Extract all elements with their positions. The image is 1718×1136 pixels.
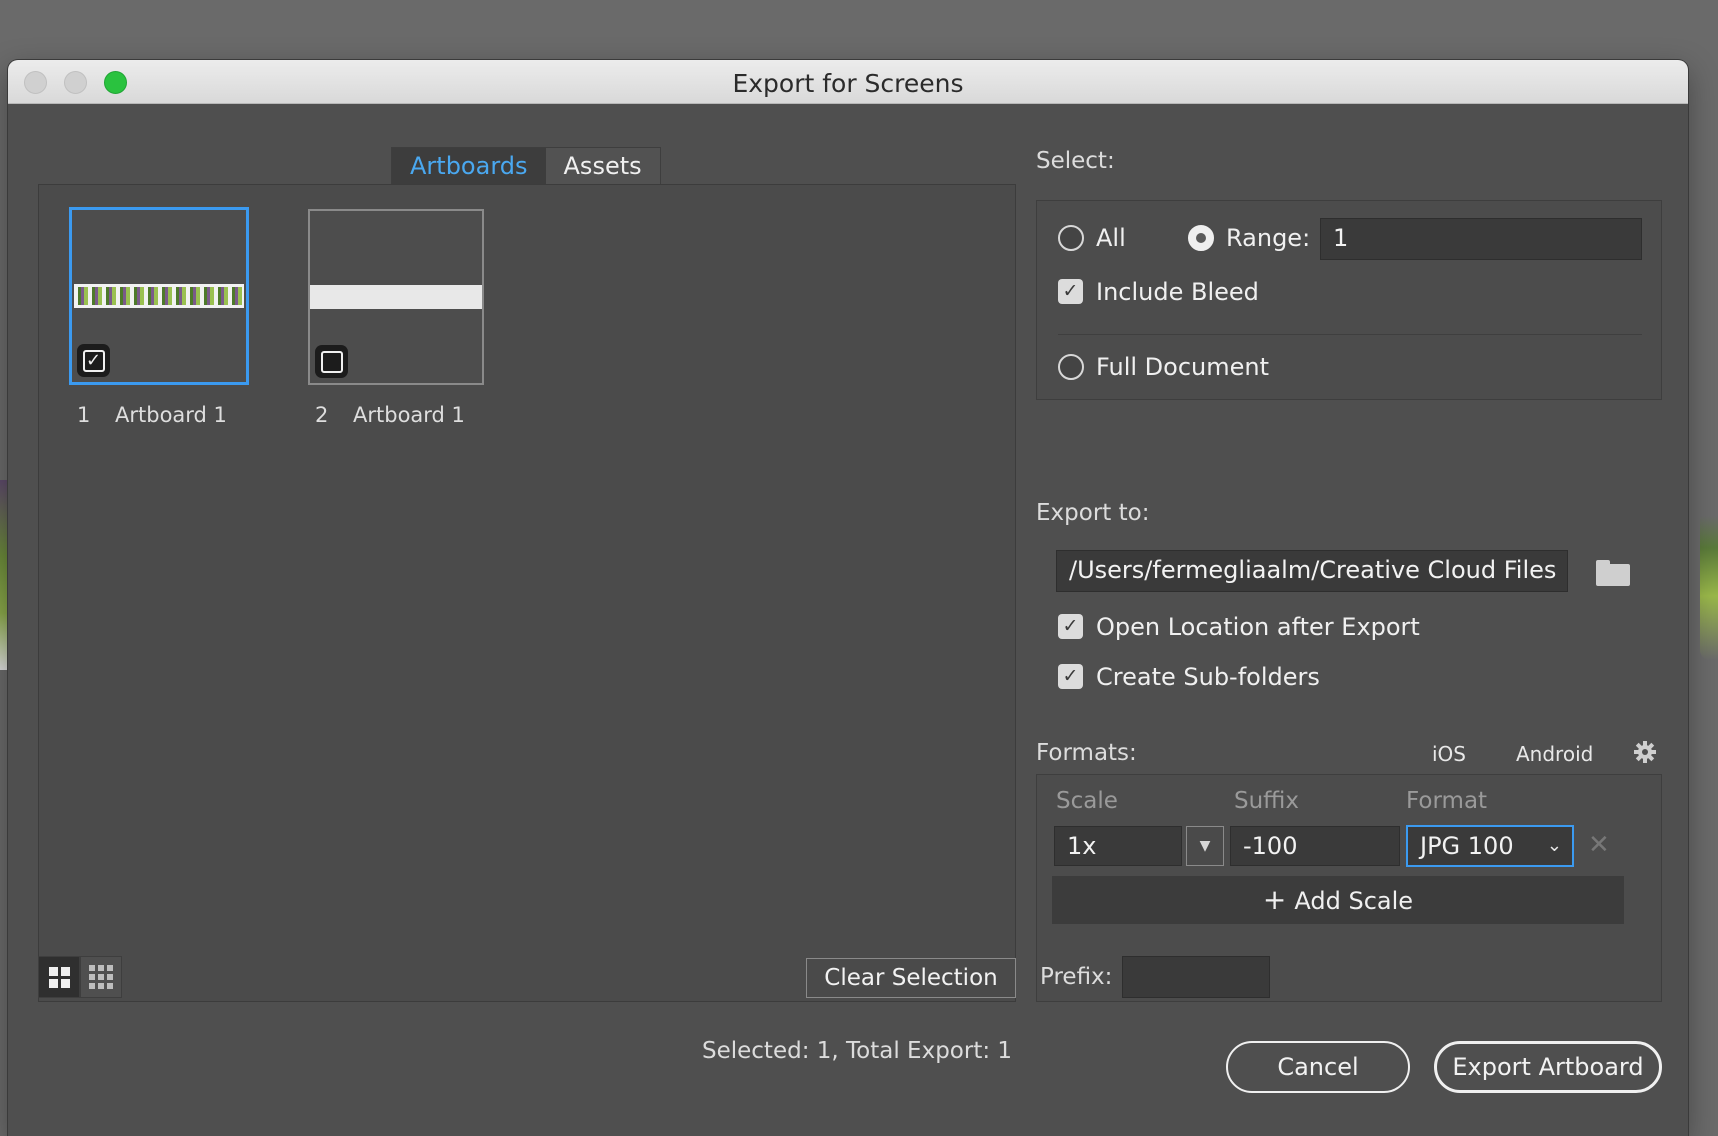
chevron-down-icon: ⌄ [1546,835,1562,856]
open-location-checkbox[interactable]: ✓ [1058,614,1083,639]
android-preset-button[interactable]: Android [1516,742,1593,766]
artboard-preview-image [74,284,244,308]
artboard-name[interactable]: Artboard 1 [353,403,465,427]
formats-label: Formats: [1036,740,1137,766]
artboard-number: 2 [315,403,329,427]
radio-range-label[interactable]: Range: [1226,224,1310,252]
add-scale-button[interactable]: + Add Scale [1052,876,1624,924]
format-select-value: JPG 100 [1420,832,1514,860]
scale-dropdown-button[interactable]: ▼ [1186,826,1224,866]
prefix-input[interactable] [1122,956,1270,998]
grid-large-icon [48,966,70,988]
window-title: Export for Screens [732,69,964,98]
background-artwork-right [1700,500,1718,660]
title-bar: Export for Screens [8,60,1688,104]
artboard-checkbox-1[interactable]: ✓ [77,344,110,377]
include-bleed-checkbox[interactable]: ✓ [1058,279,1083,304]
export-to-label: Export to: [1036,500,1150,526]
clear-selection-button[interactable]: Clear Selection [806,958,1016,998]
radio-all[interactable] [1058,225,1084,251]
folder-icon[interactable] [1596,560,1630,586]
format-select[interactable]: JPG 100 ⌄ [1406,825,1574,867]
artboard-label-1: 1 Artboard 1 [77,403,227,427]
sub-folders-checkbox[interactable]: ✓ [1058,664,1083,689]
radio-range[interactable] [1188,225,1214,251]
suffix-input[interactable]: -100 [1230,826,1400,866]
gear-icon[interactable] [1633,740,1657,764]
sub-folders-label[interactable]: Create Sub-folders [1096,663,1320,691]
scale-input[interactable]: 1x [1054,826,1182,866]
add-scale-label: Add Scale [1294,887,1414,915]
select-divider [1058,334,1642,335]
artboard-checkbox-2[interactable] [315,345,348,378]
format-column-header: Format [1406,788,1488,814]
artboard-name[interactable]: Artboard 1 [115,403,227,427]
remove-scale-icon[interactable]: ✕ [1588,830,1610,860]
ios-preset-button[interactable]: iOS [1432,742,1466,766]
tab-bar: Artboards Assets [391,147,661,184]
selection-status: Selected: 1, Total Export: 1 [702,1038,1013,1064]
tab-assets[interactable]: Assets [545,148,660,184]
plus-icon: + [1262,883,1287,916]
range-input[interactable]: 1 [1320,218,1642,260]
cancel-button[interactable]: Cancel [1226,1041,1410,1093]
background-artwork-left [0,480,8,670]
unchecked-box-icon [320,350,343,373]
check-icon: ✓ [82,349,105,372]
artboard-thumbnail-2[interactable] [308,209,484,385]
export-artboard-button[interactable]: Export Artboard [1434,1041,1662,1093]
artboard-thumbnail-1[interactable]: ✓ [69,207,249,385]
artboard-label-2: 2 Artboard 1 [315,403,465,427]
export-path-field[interactable]: /Users/fermegliaalm/Creative Cloud Files [1056,550,1568,592]
open-location-label[interactable]: Open Location after Export [1096,613,1420,641]
artboard-preview-image [310,285,482,309]
radio-full-document-label[interactable]: Full Document [1096,353,1269,381]
select-label: Select: [1036,148,1115,174]
radio-full-document[interactable] [1058,354,1084,380]
prefix-label: Prefix: [1040,964,1113,990]
artboard-number: 1 [77,403,91,427]
tab-artboards[interactable]: Artboards [392,148,546,184]
radio-all-label[interactable]: All [1096,224,1126,252]
include-bleed-label[interactable]: Include Bleed [1096,278,1259,306]
view-toggle [38,956,122,998]
suffix-column-header: Suffix [1234,788,1300,814]
grid-small-icon [89,965,113,989]
scale-column-header: Scale [1056,788,1118,814]
artboards-panel: ✓ 1 Artboard 1 2 Artboard 1 [38,184,1016,1002]
large-thumbnails-button[interactable] [38,956,80,998]
export-dialog: Export for Screens Artboards Assets ✓ 1A… [8,60,1688,1136]
small-thumbnails-button[interactable] [80,956,122,998]
